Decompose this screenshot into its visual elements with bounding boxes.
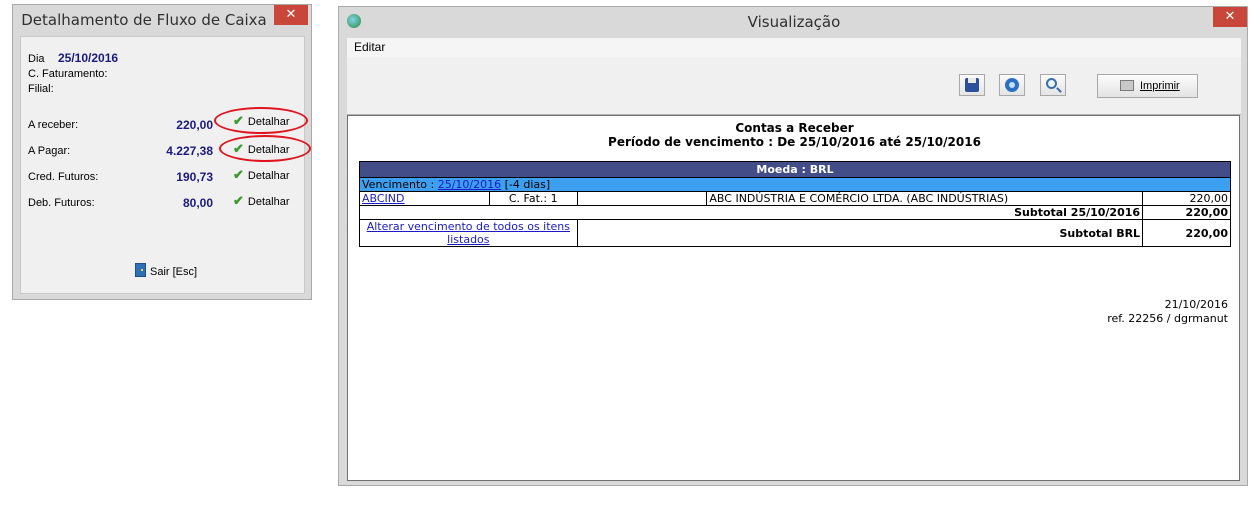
client-code-link[interactable]: ABCIND	[362, 192, 405, 205]
exit-button[interactable]: Sair [Esc]	[135, 263, 197, 278]
dialog-titlebar: Detalhamento de Fluxo de Caixa ✕	[13, 5, 311, 35]
alterar-cell: Alterar vencimento de todos os itens lis…	[359, 219, 578, 247]
a-receber-label: A receber:	[28, 119, 79, 131]
a-pagar-value: 4.227,38	[166, 144, 213, 158]
close-button[interactable]: ✕	[1213, 7, 1247, 27]
save-button[interactable]	[959, 74, 985, 96]
toolbar: Imprimir	[347, 57, 1241, 115]
check-icon: ✔	[233, 193, 244, 208]
report-subtitle: Período de vencimento : De 25/10/2016 at…	[608, 135, 981, 149]
highlight-ring	[214, 107, 308, 134]
print-label: Imprimir	[1140, 80, 1180, 92]
cfat-cell: C. Fat.: 1	[488, 191, 578, 206]
a-receber-value: 220,00	[176, 118, 213, 132]
amount-cell: 220,00	[1142, 191, 1231, 206]
highlight-ring	[219, 135, 311, 162]
filial-label: Filial:	[28, 83, 54, 95]
deb-futuros-label: Deb. Futuros:	[28, 197, 95, 209]
alterar-vencimento-link[interactable]: Alterar vencimento de todos os itens lis…	[367, 220, 570, 246]
save-icon	[965, 78, 979, 92]
report-footer-ref: ref. 22256 / dgrmanut	[1107, 312, 1228, 325]
printer-icon	[1120, 80, 1134, 91]
client-code-cell: ABCIND	[359, 191, 490, 206]
subtotal-currency-row: Alterar vencimento de todos os itens lis…	[359, 219, 1231, 247]
description-cell: ABC INDÚSTRIA E COMÉRCIO LTDA. (ABC INDÚ…	[706, 191, 1144, 206]
detalhar-cred-futuros-button[interactable]: ✔ Detalhar	[233, 167, 289, 183]
window-titlebar: Visualização ✕	[339, 7, 1247, 37]
print-button[interactable]: Imprimir	[1097, 74, 1198, 98]
report-preview: Contas a Receber Período de vencimento :…	[347, 115, 1240, 481]
exit-label: Sair [Esc]	[150, 266, 198, 278]
report-title: Contas a Receber	[735, 121, 854, 135]
vencimento-label: Vencimento :	[362, 178, 435, 191]
detalhar-label: Detalhar	[247, 196, 290, 208]
zoom-icon	[1046, 78, 1057, 89]
report-footer-date: 21/10/2016	[1164, 298, 1228, 311]
close-button[interactable]: ✕	[274, 5, 308, 25]
dia-value: 25/10/2016	[58, 51, 119, 65]
subtotal-date-value: 220,00	[1142, 205, 1231, 220]
table-row: ABCIND C. Fat.: 1 ABC INDÚSTRIA E COMÉRC…	[359, 191, 1231, 206]
detalhar-deb-futuros-button[interactable]: ✔ Detalhar	[233, 193, 289, 209]
currency-header: Moeda : BRL	[359, 161, 1231, 178]
vencimento-cell: Vencimento : 25/10/2016 [-4 dias]	[359, 177, 1231, 192]
menu-editar[interactable]: Editar	[354, 40, 385, 54]
subtotal-currency-value: 220,00	[1142, 219, 1231, 247]
cash-flow-detail-dialog: Detalhamento de Fluxo de Caixa ✕ Dia 25/…	[12, 4, 312, 300]
check-icon: ✔	[233, 167, 244, 182]
refresh-icon	[1005, 78, 1019, 92]
dia-label: Dia	[28, 53, 45, 65]
dialog-title: Detalhamento de Fluxo de Caixa	[21, 11, 267, 29]
visualizacao-window: Visualização ✕ Editar Imprimir Contas a …	[338, 6, 1248, 486]
report-table: Moeda : BRL Vencimento : 25/10/2016 [-4 …	[358, 161, 1231, 247]
currency-header-row: Moeda : BRL	[359, 161, 1231, 178]
a-pagar-label: A Pagar:	[28, 145, 71, 157]
zoom-button[interactable]	[1040, 74, 1066, 96]
door-exit-icon	[135, 263, 146, 277]
detalhar-label: Detalhar	[247, 170, 290, 182]
c-faturamento-label: C. Faturamento:	[28, 68, 108, 80]
subtotal-date-label: Subtotal 25/10/2016	[358, 205, 1144, 220]
refresh-button[interactable]	[999, 74, 1025, 96]
subtotal-currency-label: Subtotal BRL	[576, 219, 1144, 247]
dialog-body: Dia 25/10/2016 C. Faturamento: Filial: A…	[20, 36, 311, 294]
vencimento-days: [-4 dias]	[504, 178, 551, 191]
vencimento-row: Vencimento : 25/10/2016 [-4 dias]	[359, 177, 1231, 192]
empty-cell	[576, 191, 708, 206]
vencimento-date-link[interactable]: 25/10/2016	[438, 178, 501, 191]
window-title: Visualização	[747, 13, 841, 31]
subtotal-date-row: Subtotal 25/10/2016 220,00	[358, 205, 1231, 220]
deb-futuros-value: 80,00	[182, 196, 213, 210]
cred-futuros-label: Cred. Futuros:	[28, 171, 99, 183]
menu-bar: Editar	[347, 38, 1241, 57]
cred-futuros-value: 190,73	[176, 170, 213, 184]
